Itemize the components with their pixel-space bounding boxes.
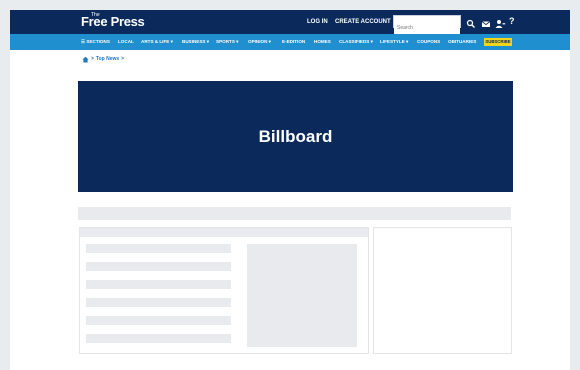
nav-item-coupons[interactable]: COUPONS	[417, 39, 440, 45]
home-icon[interactable]	[82, 56, 89, 63]
breadcrumb-current-link[interactable]: Top News	[96, 55, 119, 63]
nav-item-opinion[interactable]: OPINION ▾	[248, 39, 271, 45]
skeleton-line	[86, 280, 231, 289]
skeleton-line	[86, 316, 231, 325]
nav-item-business[interactable]: BUSINESS ▾	[182, 39, 209, 45]
header-bar: The Free Press LOG IN CREATE ACCOUNT ?	[10, 10, 570, 34]
nav-item-arts-life[interactable]: ARTS & LIFE ▾	[141, 39, 173, 45]
skeleton-line	[86, 298, 231, 307]
search-input[interactable]	[394, 22, 460, 34]
skeleton-card-title	[80, 228, 368, 237]
nav-item-sections[interactable]: ☰ SECTIONS	[81, 39, 110, 45]
skeleton-header-bar	[78, 207, 511, 220]
mail-icon[interactable]	[481, 16, 491, 27]
nav-item-local[interactable]: LOCAL	[118, 39, 134, 45]
breadcrumb: > Top News >	[82, 54, 124, 64]
page: The Free Press LOG IN CREATE ACCOUNT ? ☰…	[10, 10, 570, 370]
section-nav: ☰ SECTIONS LOCAL ARTS & LIFE ▾ BUSINESS …	[10, 34, 570, 50]
skeleton-sidebar-card	[373, 227, 512, 354]
search-icon[interactable]	[466, 16, 476, 28]
skeleton-line	[86, 334, 231, 343]
login-link[interactable]: LOG IN	[307, 18, 328, 26]
nav-item-lifestyle[interactable]: LIFESTYLE ▾	[380, 39, 408, 45]
site-logo[interactable]: Free Press	[81, 14, 145, 30]
help-icon[interactable]: ?	[509, 16, 515, 26]
nav-item-obituaries[interactable]: OBITUARIES	[448, 39, 476, 45]
nav-item-classifieds[interactable]: CLASSIFIEDS ▾	[339, 39, 373, 45]
skeleton-line	[86, 262, 231, 271]
billboard-label: Billboard	[258, 126, 333, 146]
breadcrumb-separator: >	[91, 56, 94, 62]
subscribe-button[interactable]: SUBSCRIBE	[484, 38, 512, 46]
billboard-ad[interactable]: Billboard	[78, 81, 513, 192]
user-icon[interactable]	[494, 16, 506, 28]
nav-item-sports[interactable]: SPORTS ▾	[216, 39, 238, 45]
skeleton-line	[86, 244, 231, 253]
breadcrumb-separator: >	[121, 56, 125, 62]
search-box[interactable]	[393, 15, 461, 34]
create-account-link[interactable]: CREATE ACCOUNT	[335, 18, 391, 26]
nav-item-e-edition[interactable]: E-EDITION	[282, 39, 305, 45]
nav-item-homes[interactable]: HOMES	[314, 39, 331, 45]
skeleton-image	[247, 244, 357, 347]
